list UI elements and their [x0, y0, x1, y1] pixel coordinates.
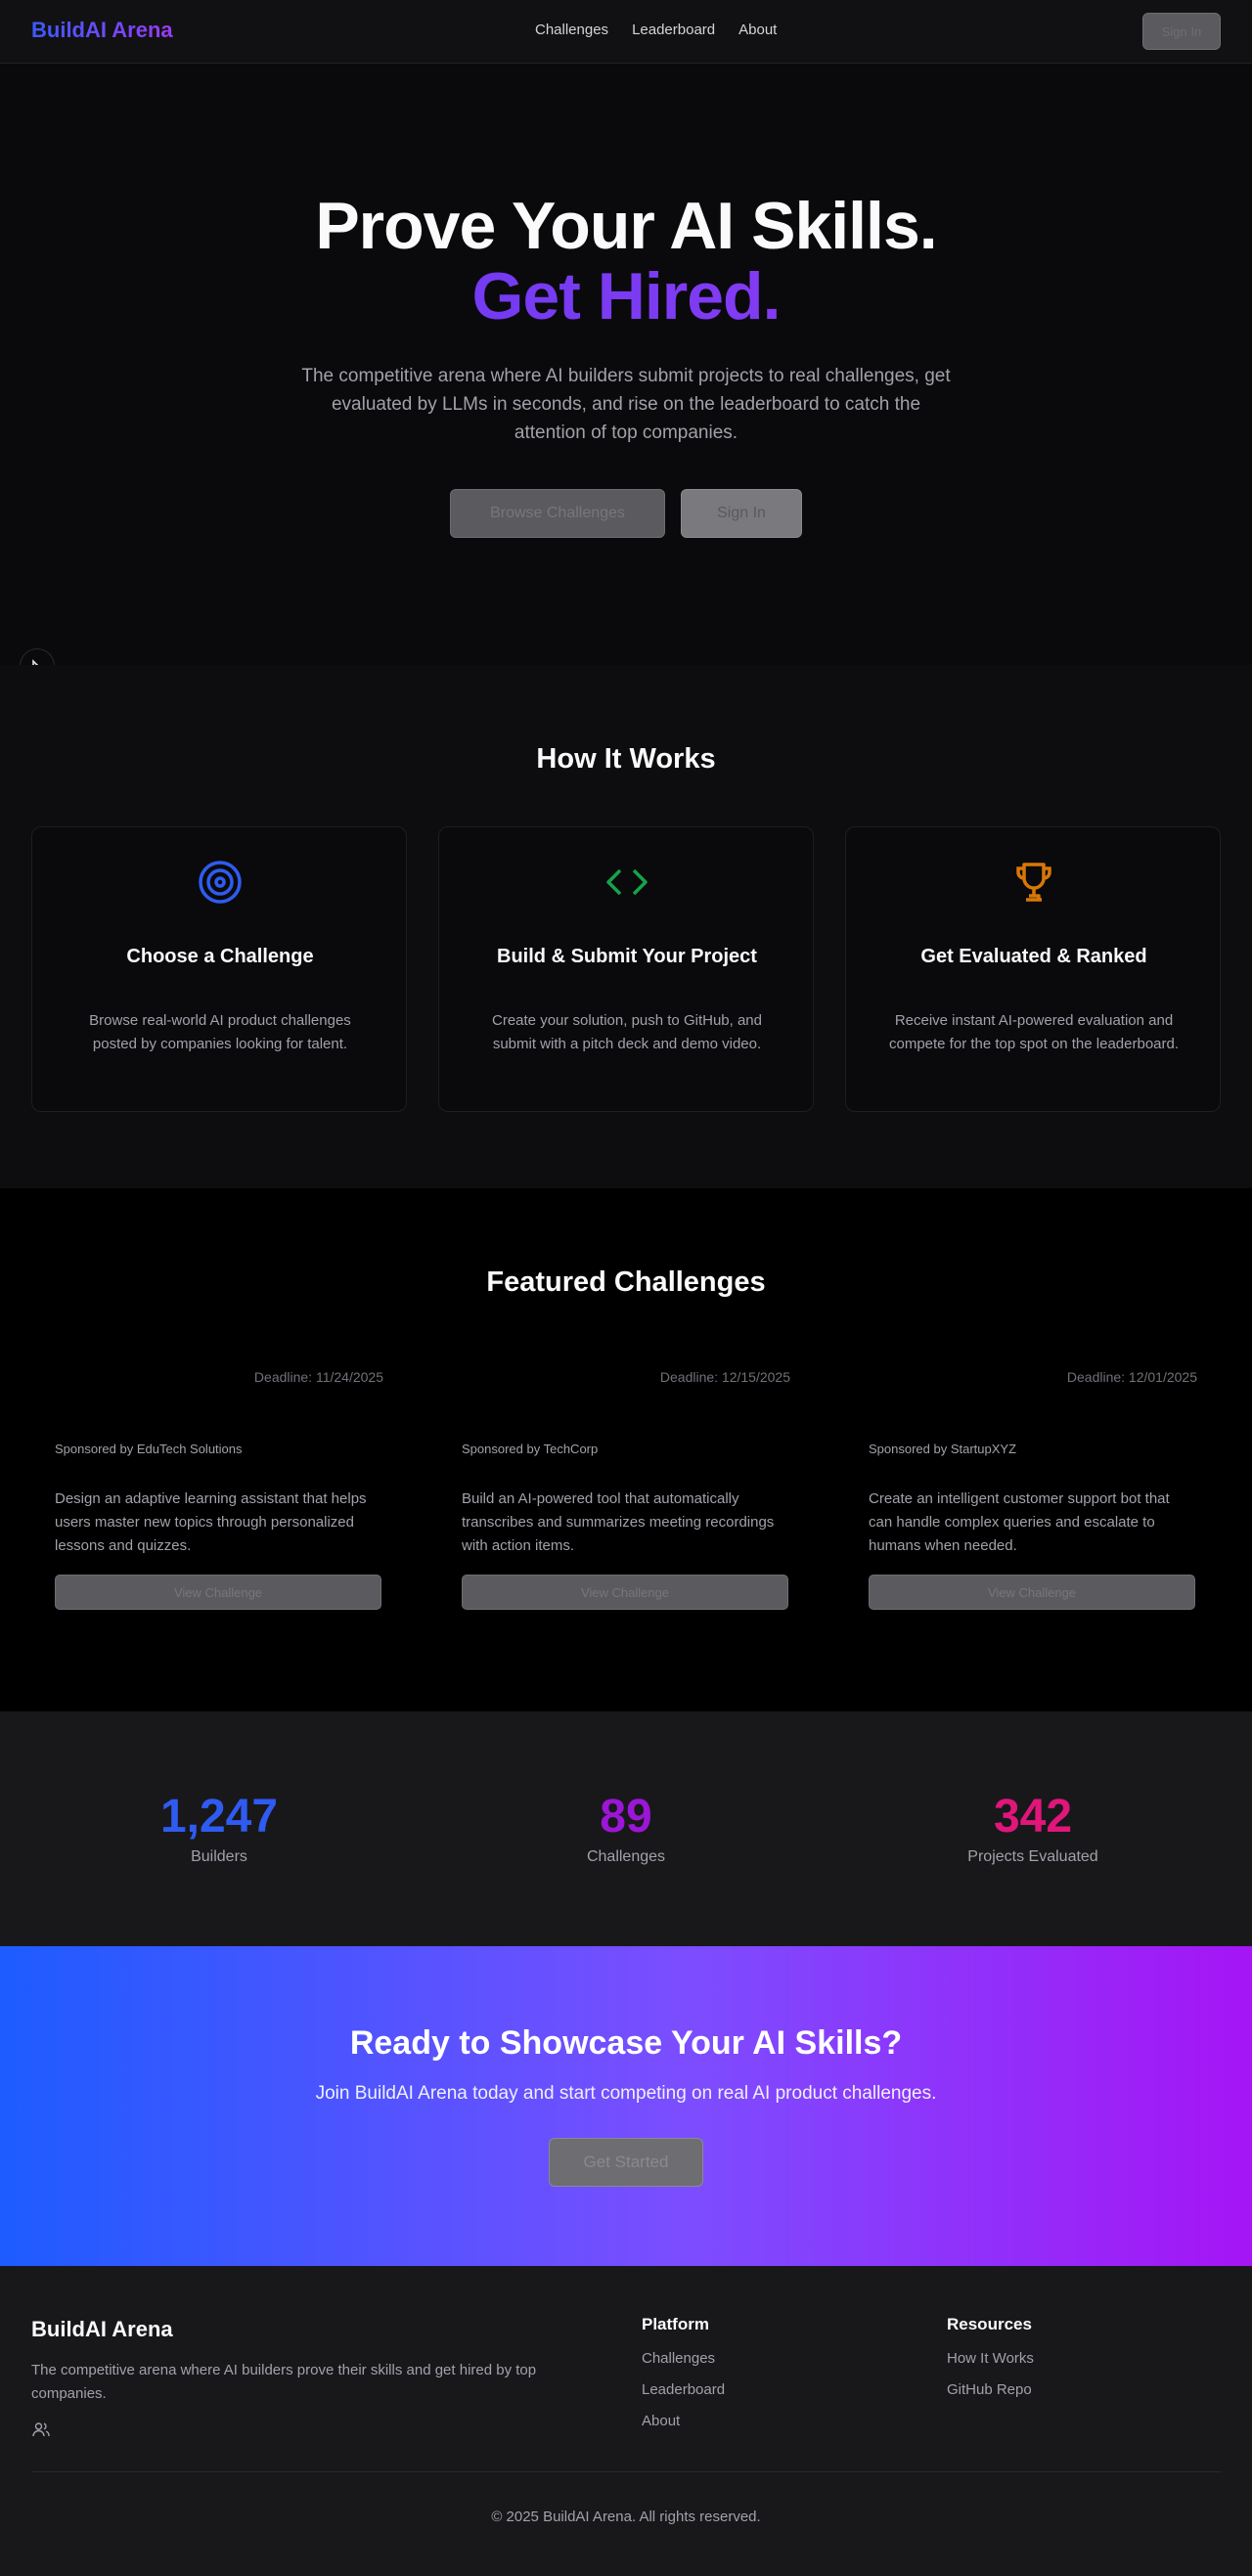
stat-label: Builders	[191, 1848, 247, 1865]
challenge-sponsor: Sponsored by EduTech Solutions	[55, 1442, 243, 1456]
how-it-works-title: How It Works	[536, 743, 716, 775]
hero-title: Prove Your AI Skills. Get Hired.	[0, 191, 1252, 332]
how-card-title: Choose a Challenge	[126, 946, 314, 967]
footer-link-leaderboard[interactable]: Leaderboard	[642, 2379, 725, 2401]
hero-subtitle: The competitive arena where AI builders …	[301, 366, 951, 443]
trophy-icon	[846, 859, 1222, 906]
how-cards: Choose a Challenge Browse real-world AI …	[31, 826, 1221, 1112]
footer-tagline: The competitive arena where AI builders …	[31, 2362, 537, 2402]
footer-link-about[interactable]: About	[642, 2411, 725, 2432]
hero-signin-button[interactable]: Sign In	[681, 489, 802, 538]
stats-section: 1,247 Builders 89 Challenges 342 Project…	[0, 1711, 1252, 1946]
challenge-description: Create an intelligent customer support b…	[869, 1490, 1170, 1554]
get-started-button[interactable]: Get Started	[549, 2138, 703, 2187]
featured-title: Featured Challenges	[486, 1266, 766, 1298]
stat-value: 1,247	[159, 1791, 279, 1843]
footer-platform-title: Platform	[642, 2315, 709, 2333]
nav-links: Challenges Leaderboard About	[535, 22, 777, 38]
top-nav: BuildAI Arena Challenges Leaderboard Abo…	[0, 0, 1252, 64]
footer: BuildAI Arena The competitive arena wher…	[0, 2266, 1252, 2576]
featured-cards: Deadline: 11/24/2025 Sponsored by EduTec…	[31, 1369, 1221, 1623]
cta-subtitle: Join BuildAI Arena today and start compe…	[315, 2083, 937, 2104]
footer-link-how-it-works[interactable]: How It Works	[947, 2348, 1034, 2370]
footer-resources-column: Resources How It Works GitHub Repo	[947, 2315, 1034, 2411]
target-icon	[32, 859, 408, 906]
footer-link-github-repo[interactable]: GitHub Repo	[947, 2379, 1034, 2401]
challenge-deadline: Deadline: 12/01/2025	[1066, 1369, 1197, 1385]
challenge-description: Design an adaptive learning assistant th…	[55, 1490, 367, 1554]
how-card-title: Build & Submit Your Project	[497, 946, 757, 967]
stat-challenges: 89 Challenges	[470, 1790, 782, 1866]
challenge-card: Deadline: 12/15/2025 Sponsored by TechCo…	[438, 1369, 814, 1623]
footer-resources-title: Resources	[947, 2315, 1032, 2333]
footer-link-challenges[interactable]: Challenges	[642, 2348, 725, 2370]
challenge-sponsor: Sponsored by TechCorp	[462, 1442, 599, 1456]
stat-label: Projects Evaluated	[967, 1848, 1098, 1865]
hero-section: Prove Your AI Skills. Get Hired. The com…	[0, 64, 1252, 665]
footer-divider	[31, 2471, 1221, 2472]
challenge-sponsor: Sponsored by StartupXYZ	[869, 1442, 1017, 1456]
nav-link-challenges[interactable]: Challenges	[535, 22, 608, 38]
hero-buttons: Browse Challenges Sign In	[0, 489, 1252, 538]
featured-challenges-section: Featured Challenges Deadline: 11/24/2025…	[0, 1188, 1252, 1711]
nav-link-about[interactable]: About	[738, 22, 777, 38]
stat-builders: 1,247 Builders	[63, 1790, 376, 1866]
how-card-text: Receive instant AI-powered evaluation an…	[888, 1012, 1180, 1052]
challenge-card: Deadline: 12/01/2025 Sponsored by Startu…	[845, 1369, 1221, 1623]
challenge-deadline: Deadline: 11/24/2025	[253, 1369, 383, 1385]
browse-challenges-button[interactable]: Browse Challenges	[450, 489, 665, 538]
footer-copyright: © 2025 BuildAI Arena. All rights reserve…	[491, 2509, 761, 2525]
footer-platform-column: Platform Challenges Leaderboard About	[642, 2315, 725, 2442]
how-card-text: Browse real-world AI product challenges …	[89, 1012, 351, 1052]
nav-link-leaderboard[interactable]: Leaderboard	[632, 22, 715, 38]
how-card-text: Create your solution, push to GitHub, an…	[492, 1012, 762, 1052]
how-card-choose: Choose a Challenge Browse real-world AI …	[31, 826, 407, 1112]
stat-projects: 342 Projects Evaluated	[876, 1790, 1189, 1866]
view-challenge-button[interactable]: View Challenge	[462, 1575, 788, 1610]
challenge-deadline: Deadline: 12/15/2025	[659, 1369, 790, 1385]
how-card-title: Get Evaluated & Ranked	[920, 946, 1147, 967]
how-card-build: Build & Submit Your Project Create your …	[438, 826, 814, 1112]
stat-label: Challenges	[586, 1848, 666, 1865]
logo[interactable]: BuildAI Arena	[31, 18, 173, 43]
nav-signin-button[interactable]: Sign In	[1142, 13, 1221, 50]
cta-section: Ready to Showcase Your AI Skills? Join B…	[0, 1946, 1252, 2266]
how-card-evaluate: Get Evaluated & Ranked Receive instant A…	[845, 826, 1221, 1112]
view-challenge-button[interactable]: View Challenge	[55, 1575, 381, 1610]
hero-title-line1: Prove Your AI Skills.	[315, 189, 937, 263]
view-challenge-button[interactable]: View Challenge	[869, 1575, 1195, 1610]
cta-title: Ready to Showcase Your AI Skills?	[349, 2024, 903, 2062]
footer-brand: BuildAI Arena	[31, 2317, 173, 2341]
code-icon	[439, 859, 815, 906]
stat-value: 342	[993, 1791, 1073, 1843]
how-it-works-section: How It Works Choose a Challenge Browse r…	[0, 665, 1252, 1188]
challenge-description: Build an AI-powered tool that automatica…	[462, 1490, 775, 1554]
users-icon[interactable]	[31, 2420, 51, 2439]
challenge-card: Deadline: 11/24/2025 Sponsored by EduTec…	[31, 1369, 407, 1623]
stat-value: 89	[600, 1791, 652, 1843]
hero-title-accent: Get Hired.	[0, 261, 1252, 332]
